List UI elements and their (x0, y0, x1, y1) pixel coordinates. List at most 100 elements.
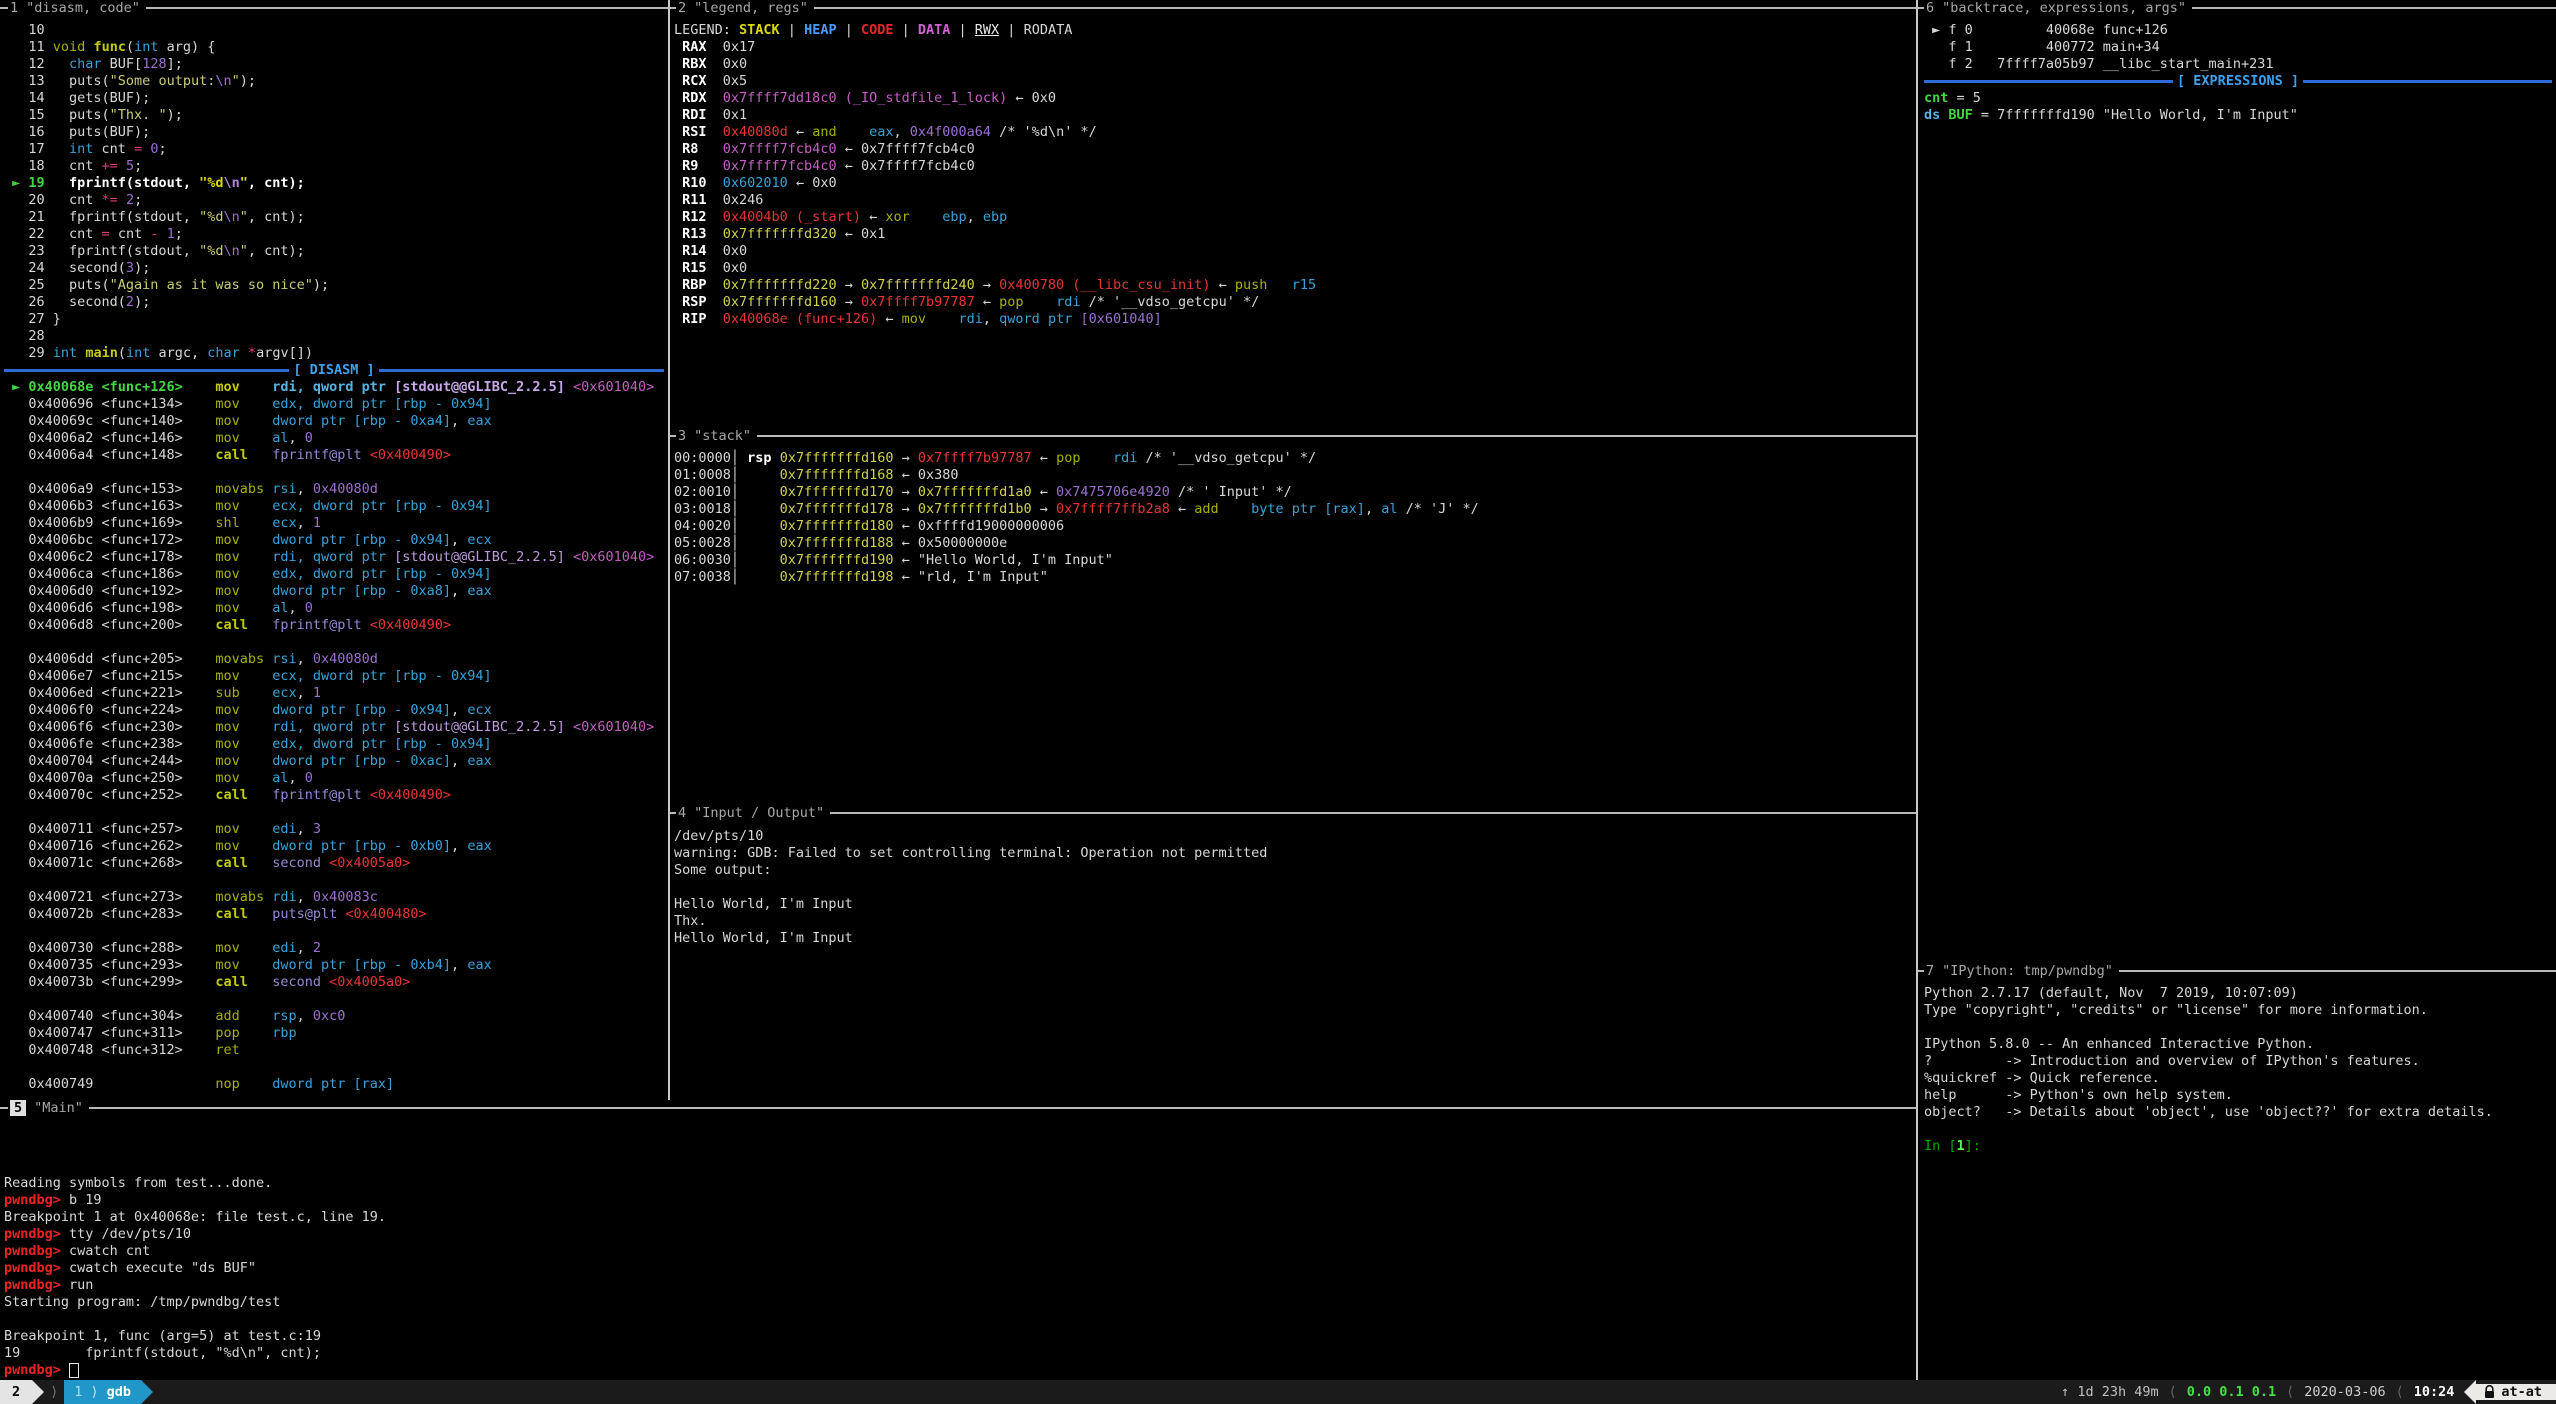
window-index: 1 (74, 1384, 82, 1400)
terminal-row: 0x400711 <func+257> mov edi, 3 (4, 821, 664, 838)
terminal-row: 0x400716 <func+262> mov dword ptr [rbp -… (4, 838, 664, 855)
terminal-row: pwndbg> b 19 (4, 1192, 1912, 1209)
terminal-row: Hello World, I'm Input (674, 896, 1912, 913)
terminal-row (4, 804, 664, 821)
lock-icon (2484, 1385, 2495, 1399)
terminal-row: 18 cnt += 5; (4, 158, 664, 175)
terminal-row: /dev/pts/10 (674, 828, 1912, 845)
chevron-icon: ⟩ (82, 1384, 106, 1400)
pane-stack-content[interactable]: 00:0000│ rsp 0x7fffffffd160 → 0x7ffff7b9… (674, 450, 1912, 586)
pane-separator-vertical-right[interactable] (1916, 0, 1918, 1380)
terminal-row: 01:0008│ 0x7fffffffd168 ← 0x380 (674, 467, 1912, 484)
terminal-row: 03:0018│ 0x7fffffffd178 → 0x7fffffffd1b0… (674, 501, 1912, 518)
terminal-row: f 1 400772 main+34 (1924, 39, 2552, 56)
terminal-row: 0x4006a4 <func+148> call fprintf@plt <0x… (4, 447, 664, 464)
terminal-row (4, 634, 664, 651)
terminal-row: Thx. (674, 913, 1912, 930)
powerline-arrow-icon (32, 1380, 44, 1404)
terminal-row: 20 cnt *= 2; (4, 192, 664, 209)
pane-legend-regs-content[interactable]: LEGEND: STACK | HEAP | CODE | DATA | RWX… (674, 22, 1912, 328)
pane-title: "IPython: tmp/pwndbg" (1942, 963, 2113, 979)
window-tab-gdb[interactable]: 1 ⟩ gdb (64, 1380, 141, 1404)
terminal-row: 0x4006d6 <func+198> mov al, 0 (4, 600, 664, 617)
session-name[interactable]: 2 (0, 1380, 32, 1404)
terminal-row: Breakpoint 1, func (arg=5) at test.c:19 (4, 1328, 1912, 1345)
terminal-row: f 2 7ffff7a05b97 __libc_start_main+231 (1924, 56, 2552, 73)
load-average: 0.0 0.1 0.1 (2187, 1384, 2276, 1400)
terminal-row: R15 0x0 (674, 260, 1912, 277)
terminal-row (4, 1059, 664, 1076)
terminal-row: 0x400730 <func+288> mov edi, 2 (4, 940, 664, 957)
terminal-row: 15 puts("Thx. "); (4, 107, 664, 124)
terminal-row: 07:0038│ 0x7fffffffd198 ← "rld, I'm Inpu… (674, 569, 1912, 586)
terminal-row: 16 puts(BUF); (4, 124, 664, 141)
terminal-row: RSP 0x7fffffffd160 → 0x7ffff7b97787 ← po… (674, 294, 1912, 311)
terminal-row (4, 1124, 1912, 1141)
hostname: at-at (2501, 1384, 2542, 1400)
terminal-row: 22 cnt = cnt - 1; (4, 226, 664, 243)
terminal-row: R10 0x602010 ← 0x0 (674, 175, 1912, 192)
clock-indicator: 10:24 (2414, 1384, 2455, 1400)
terminal-row: 24 second(3); (4, 260, 664, 277)
pane-separator-vertical-left[interactable] (668, 0, 670, 1100)
window-name: gdb (107, 1384, 131, 1400)
terminal-cursor (69, 1363, 79, 1378)
terminal-row: 13 puts("Some output:\n"); (4, 73, 664, 90)
terminal-row: 12 char BUF[128]; (4, 56, 664, 73)
terminal-row (4, 872, 664, 889)
terminal-row: pwndbg> cwatch cnt (4, 1243, 1912, 1260)
terminal-row: 0x400749 nop dword ptr [rax] (4, 1076, 664, 1093)
pane-number: 2 (678, 0, 686, 16)
terminal-row: help -> Python's own help system. (1924, 1087, 2552, 1104)
terminal-row: ► 19 fprintf(stdout, "%d\n", cnt); (4, 175, 664, 192)
terminal-row: Reading symbols from test...done. (4, 1175, 1912, 1192)
terminal-row: 26 second(2); (4, 294, 664, 311)
terminal-row: RBX 0x0 (674, 56, 1912, 73)
pane-border-io[interactable]: 4"Input / Output" (668, 805, 1916, 822)
pane-title: "backtrace, expressions, args" (1942, 0, 2186, 16)
terminal-row: Type "copyright", "credits" or "license"… (1924, 1002, 2552, 1019)
section-separator: [ EXPRESSIONS ] (1924, 73, 2552, 90)
terminal-row: 0x40071c <func+268> call second <0x4005a… (4, 855, 664, 872)
terminal-row: 0x40073b <func+299> call second <0x4005a… (4, 974, 664, 991)
pane-main-content[interactable]: Reading symbols from test...done.pwndbg>… (4, 1124, 1912, 1379)
terminal-row: R8 0x7ffff7fcb4c0 ← 0x7ffff7fcb4c0 (674, 141, 1912, 158)
terminal-row: R11 0x246 (674, 192, 1912, 209)
uptime-value: 1d 23h 49m (2077, 1384, 2158, 1400)
terminal-row: 0x400747 <func+311> pop rbp (4, 1025, 664, 1042)
terminal-row: 0x4006e7 <func+215> mov ecx, dword ptr [… (4, 668, 664, 685)
terminal-row: 0x40069c <func+140> mov dword ptr [rbp -… (4, 413, 664, 430)
terminal-row: 0x4006dd <func+205> movabs rsi, 0x40080d (4, 651, 664, 668)
pane-border-stack[interactable]: 3"stack" (668, 428, 1916, 445)
pane-border-legend-regs[interactable]: 2 "legend, regs" (668, 0, 1916, 17)
terminal-row: Starting program: /tmp/pwndbg/test (4, 1294, 1912, 1311)
terminal-row: 0x400735 <func+293> mov dword ptr [rbp -… (4, 957, 664, 974)
pane-io-content[interactable]: /dev/pts/10warning: GDB: Failed to set c… (674, 828, 1912, 947)
pane-title: "stack" (694, 428, 751, 444)
terminal-row: 0x4006a9 <func+153> movabs rsi, 0x40080d (4, 481, 664, 498)
pane-border-backtrace[interactable]: 6"backtrace, expressions, args" (1916, 0, 2556, 17)
tmux-screen: 1"disasm, code" 2 "legend, regs" 6"backtr… (0, 0, 2556, 1404)
terminal-row: RDI 0x1 (674, 107, 1912, 124)
terminal-row: 0x40070c <func+252> call fprintf@plt <0x… (4, 787, 664, 804)
terminal-row (1924, 1121, 2552, 1138)
pane-ipython-content[interactable]: Python 2.7.17 (default, Nov 7 2019, 10:0… (1924, 985, 2552, 1155)
pane-backtrace-content[interactable]: ► f 0 40068e func+126 f 1 400772 main+34… (1924, 22, 2552, 124)
terminal-row: 28 (4, 328, 664, 345)
pane-title: "legend, regs" (694, 0, 808, 16)
terminal-row: R13 0x7fffffffd320 ← 0x1 (674, 226, 1912, 243)
terminal-row: IPython 5.8.0 -- An enhanced Interactive… (1924, 1036, 2552, 1053)
terminal-row: warning: GDB: Failed to set controlling … (674, 845, 1912, 862)
terminal-row: 0x4006f6 <func+230> mov rdi, qword ptr [… (4, 719, 664, 736)
pane-border-main[interactable]: 5"Main" (0, 1100, 1916, 1117)
terminal-row: Python 2.7.17 (default, Nov 7 2019, 10:0… (1924, 985, 2552, 1002)
pane-disasm-code-content[interactable]: 10 11 void func(int arg) { 12 char BUF[1… (4, 22, 664, 1093)
terminal-row: 0x400696 <func+134> mov edx, dword ptr [… (4, 396, 664, 413)
terminal-row: 0x4006ed <func+221> sub ecx, 1 (4, 685, 664, 702)
terminal-row: Breakpoint 1 at 0x40068e: file test.c, l… (4, 1209, 1912, 1226)
pane-border-ipython[interactable]: 7"IPython: tmp/pwndbg" (1916, 963, 2556, 980)
terminal-row: RAX 0x17 (674, 39, 1912, 56)
pane-border-disasm-code[interactable]: 1"disasm, code" (0, 0, 668, 17)
terminal-row: 02:0010│ 0x7fffffffd170 → 0x7fffffffd1a0… (674, 484, 1912, 501)
terminal-row: 27 } (4, 311, 664, 328)
